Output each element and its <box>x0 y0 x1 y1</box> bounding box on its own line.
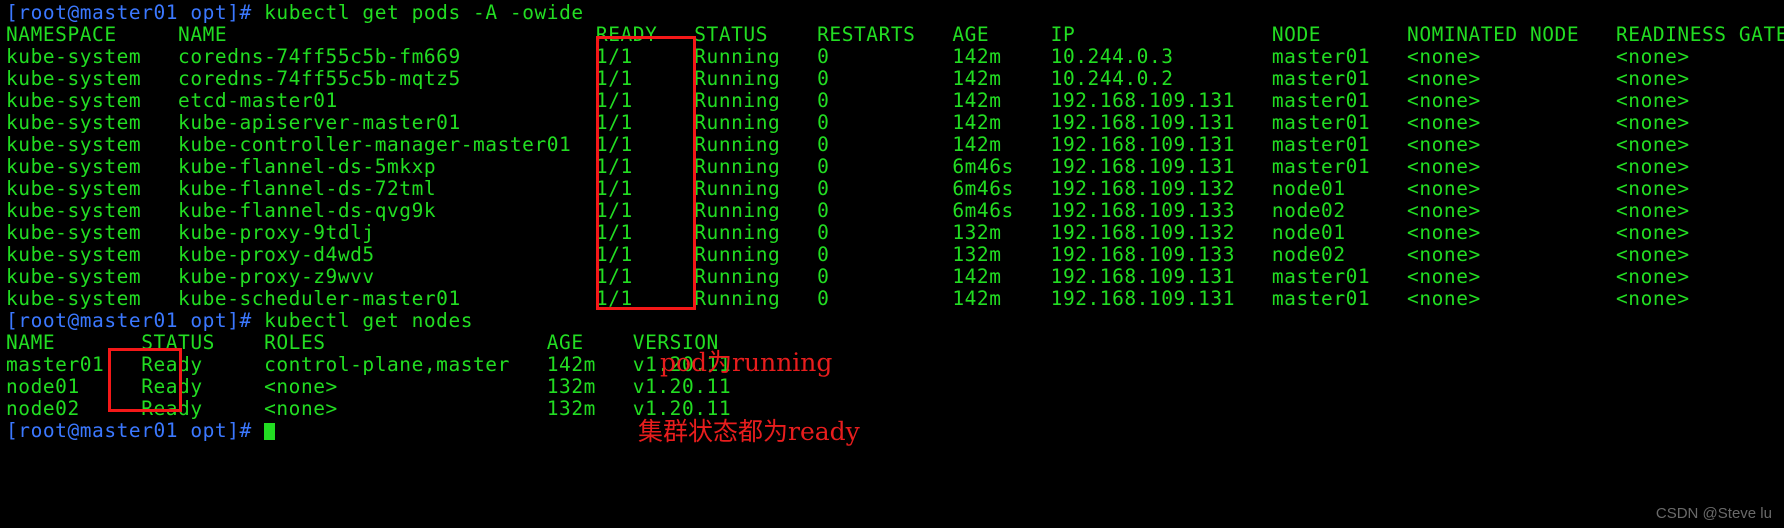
terminal-window: [root@master01 opt]# kubectl get pods -A… <box>0 0 1784 528</box>
table-row: kube-system kube-apiserver-master01 1/1 … <box>6 111 1690 134</box>
shell-prompt: [root@master01 opt]# <box>6 309 252 332</box>
table-row: kube-system kube-proxy-9tdlj 1/1 Running… <box>6 221 1690 244</box>
nodes-table-header: NAME STATUS ROLES AGE VERSION <box>6 331 719 354</box>
command-spacer <box>252 309 264 332</box>
command-get-nodes: kubectl get nodes <box>264 309 474 332</box>
table-row: kube-system kube-controller-manager-mast… <box>6 133 1690 156</box>
table-row: kube-system coredns-74ff55c5b-fm669 1/1 … <box>6 45 1690 68</box>
annotation-pod-running: pod为running <box>660 348 833 377</box>
command-line-get-pods: [root@master01 opt]# kubectl get pods -A… <box>6 2 584 24</box>
table-row: node01 Ready <none> 132m v1.20.11 <box>6 375 732 398</box>
command-line-get-nodes: [root@master01 opt]# kubectl get nodes <box>6 310 473 332</box>
table-row: node02 Ready <none> 132m v1.20.11 <box>6 397 732 420</box>
terminal-cursor <box>264 423 276 440</box>
table-row: kube-system kube-proxy-d4wd5 1/1 Running… <box>6 243 1690 266</box>
pods-table-header: NAMESPACE NAME READY STATUS RESTARTS AGE… <box>6 23 1784 46</box>
table-row: kube-system kube-flannel-ds-5mkxp 1/1 Ru… <box>6 155 1690 178</box>
active-prompt-line[interactable]: [root@master01 opt]# <box>6 419 276 442</box>
prompt-spacer <box>252 419 264 442</box>
annotation-cluster-ready: 集群状态都为ready <box>638 417 860 446</box>
command-text-get-pods <box>252 1 264 24</box>
shell-prompt: [root@master01 opt]# <box>6 1 252 24</box>
shell-prompt: [root@master01 opt]# <box>6 419 252 442</box>
table-row: kube-system kube-flannel-ds-qvg9k 1/1 Ru… <box>6 199 1690 222</box>
table-row: kube-system kube-flannel-ds-72tml 1/1 Ru… <box>6 177 1690 200</box>
command-get-pods: kubectl get pods -A -owide <box>264 1 584 24</box>
table-row: kube-system coredns-74ff55c5b-mqtz5 1/1 … <box>6 67 1690 90</box>
table-row: kube-system etcd-master01 1/1 Running 0 … <box>6 89 1690 112</box>
table-row: kube-system kube-proxy-z9wvv 1/1 Running… <box>6 265 1690 288</box>
watermark: CSDN @Steve lu <box>1655 505 1772 522</box>
table-row: master01 Ready control-plane,master 142m… <box>6 353 732 376</box>
table-row: kube-system kube-scheduler-master01 1/1 … <box>6 287 1690 310</box>
